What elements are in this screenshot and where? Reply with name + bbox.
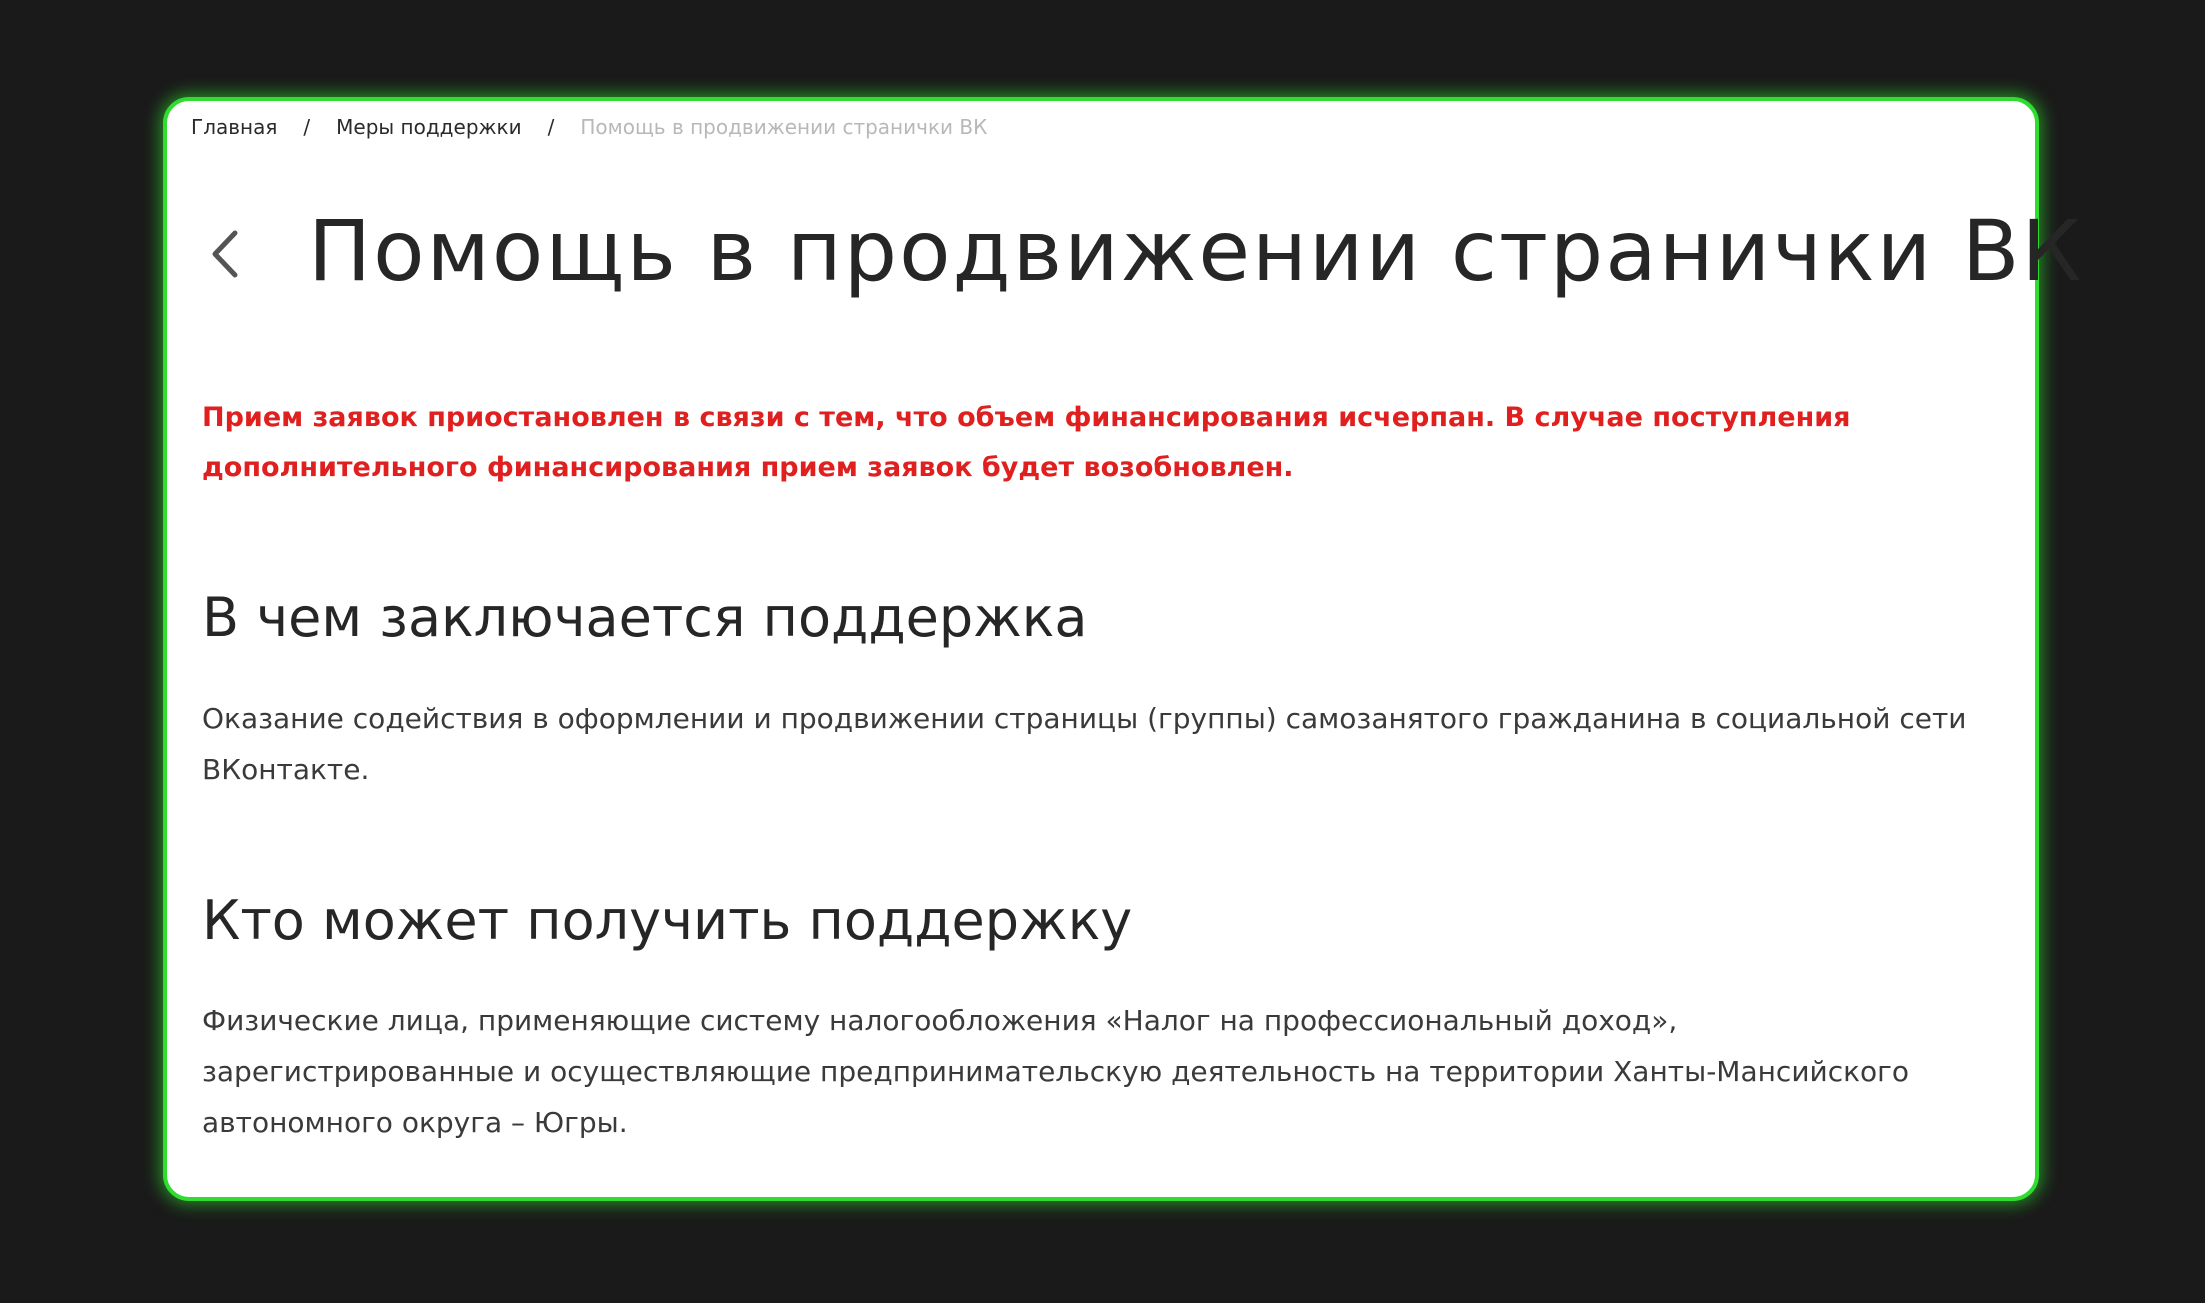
section-text-eligibility: Физические лица, применяющие систему нал… xyxy=(202,1004,1909,1139)
back-button[interactable] xyxy=(205,219,245,289)
breadcrumb: Главная / Меры поддержки / Помощь в прод… xyxy=(191,115,987,139)
breadcrumb-home-link[interactable]: Главная xyxy=(191,115,277,139)
breadcrumb-current: Помощь в продвижении странички ВК xyxy=(580,115,988,139)
suspension-notice: Прием заявок приостановлен в связи с тем… xyxy=(202,402,1851,483)
section-title-support-description: В чем заключается поддержка xyxy=(202,586,1088,649)
content-card: Главная / Меры поддержки / Помощь в прод… xyxy=(163,97,2081,1201)
section-title-eligibility: Кто может получить поддержку xyxy=(202,889,1133,952)
breadcrumb-support-measures-link[interactable]: Меры поддержки xyxy=(336,115,521,139)
page-title: Помощь в продвижении странички ВК xyxy=(308,202,2084,300)
section-text-support-description: Оказание содействия в оформлении и продв… xyxy=(202,702,1967,786)
breadcrumb-separator: / xyxy=(547,115,555,139)
chevron-left-icon xyxy=(212,230,238,278)
breadcrumb-separator: / xyxy=(303,115,311,139)
